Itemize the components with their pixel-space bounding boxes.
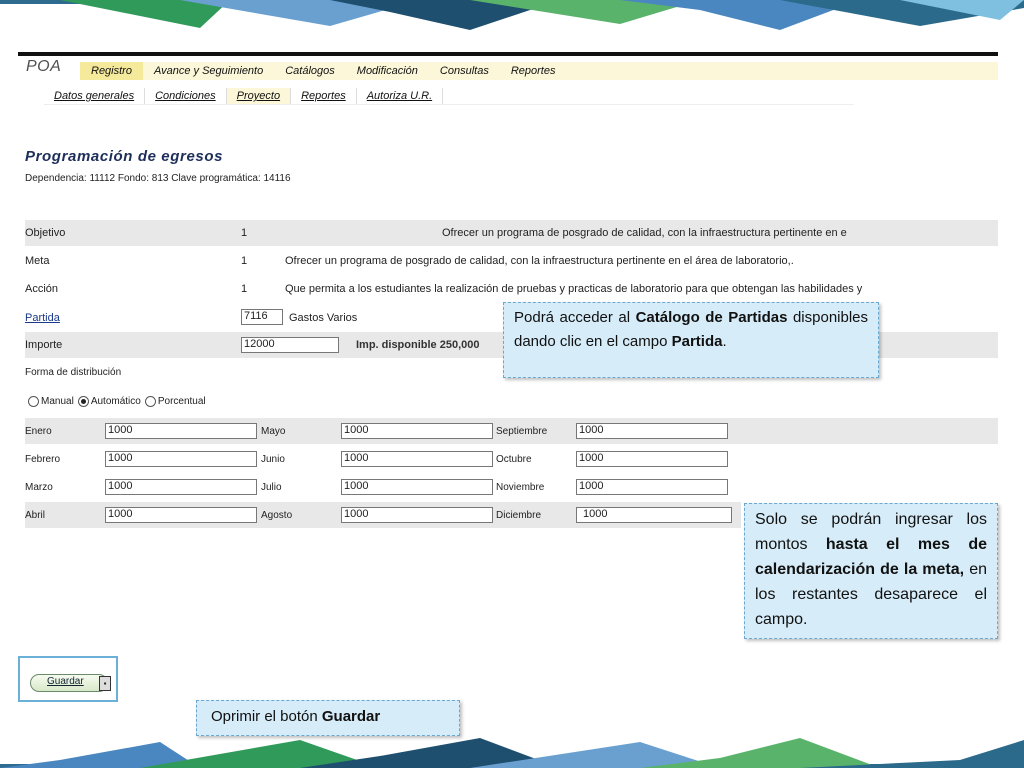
distribution-radio-group: Manual Automático Porcentual bbox=[28, 396, 210, 407]
month-row-2: Febrero 1000 Junio 1000 Octubre 1000 bbox=[25, 446, 998, 472]
callout-guardar: Oprimir el botón Guardar bbox=[196, 700, 460, 736]
accion-row: Acción 1 Que permita a los estudiantes l… bbox=[25, 276, 998, 302]
month-input-mayo[interactable]: 1000 bbox=[341, 423, 493, 439]
page-title: Programación de egresos bbox=[25, 148, 224, 165]
callout-meses: Solo se podrán ingresar los montos hasta… bbox=[744, 503, 998, 639]
month-input-abril[interactable]: 1000 bbox=[105, 507, 257, 523]
month-label-marzo: Marzo bbox=[25, 482, 53, 493]
meta-row: Meta 1 Ofrecer un programa de posgrado d… bbox=[25, 248, 998, 274]
callout-guardar-bold: Guardar bbox=[321, 708, 381, 725]
main-nav-reportes[interactable]: Reportes bbox=[500, 62, 567, 80]
month-label-octubre: Octubre bbox=[496, 454, 532, 465]
sub-nav-autoriza-ur[interactable]: Autoriza U.R. bbox=[357, 88, 444, 104]
month-input-julio[interactable]: 1000 bbox=[341, 479, 493, 495]
radio-automatico[interactable] bbox=[77, 396, 89, 407]
importe-label: Importe bbox=[25, 339, 63, 351]
accion-label: Acción bbox=[25, 283, 59, 295]
main-nav-modificacion[interactable]: Modificación bbox=[346, 62, 429, 80]
month-row-4: Abril 1000 Agosto 1000 Diciembre 1000 bbox=[25, 502, 741, 528]
main-nav: Registro Avance y Seguimiento Catálogos … bbox=[80, 62, 998, 80]
month-label-noviembre: Noviembre bbox=[496, 482, 545, 493]
month-input-marzo[interactable]: 1000 bbox=[105, 479, 257, 495]
save-disk-icon: ▪ bbox=[99, 676, 111, 691]
objetivo-text: Ofrecer un programa de posgrado de calid… bbox=[442, 227, 847, 239]
sub-nav-datos-generales[interactable]: Datos generales bbox=[44, 88, 146, 104]
callout-partida-text-3: . bbox=[722, 333, 727, 350]
month-label-mayo: Mayo bbox=[261, 426, 286, 437]
meta-text: Ofrecer un programa de posgrado de calid… bbox=[285, 255, 794, 267]
forma-distribucion-label: Forma de distribución bbox=[25, 367, 122, 378]
meta-label: Meta bbox=[25, 255, 50, 267]
app-logo: POA bbox=[26, 58, 62, 75]
meta-number: 1 bbox=[241, 255, 248, 267]
radio-manual[interactable] bbox=[28, 396, 39, 407]
callout-partida: Podrá acceder al Catálogo de Partidas di… bbox=[503, 302, 879, 378]
importe-disponible: Imp. disponible 250,000 bbox=[356, 339, 480, 351]
top-rule bbox=[18, 52, 998, 56]
month-label-septiembre: Septiembre bbox=[496, 426, 548, 437]
main-nav-registro[interactable]: Registro bbox=[80, 62, 143, 80]
accion-text: Que permita a los estudiantes la realiza… bbox=[285, 283, 863, 295]
month-input-noviembre[interactable]: 1000 bbox=[576, 479, 728, 495]
month-label-agosto: Agosto bbox=[261, 510, 293, 521]
callout-partida-bold-1: Catálogo de Partidas bbox=[635, 309, 788, 326]
month-input-diciembre[interactable]: 1000 bbox=[576, 507, 732, 523]
callout-partida-text-1: Podrá acceder al bbox=[514, 309, 636, 326]
radio-porcentual[interactable] bbox=[144, 396, 156, 407]
month-label-julio: Julio bbox=[261, 482, 282, 493]
radio-manual-label: Manual bbox=[41, 396, 74, 407]
sub-nav-proyecto[interactable]: Proyecto bbox=[226, 88, 292, 104]
accion-number: 1 bbox=[241, 283, 248, 295]
sub-nav-condiciones[interactable]: Condiciones bbox=[145, 88, 227, 104]
partida-link[interactable]: Partida bbox=[25, 312, 60, 324]
month-input-octubre[interactable]: 1000 bbox=[576, 451, 728, 467]
main-nav-consultas[interactable]: Consultas bbox=[429, 62, 500, 80]
month-input-junio[interactable]: 1000 bbox=[341, 451, 493, 467]
radio-porcentual-label: Porcentual bbox=[157, 396, 206, 407]
month-label-abril: Abril bbox=[25, 510, 46, 521]
partida-input[interactable]: 7116 bbox=[241, 309, 283, 325]
radio-automatico-label: Automático bbox=[90, 396, 141, 407]
month-row-1: Enero 1000 Mayo 1000 Septiembre 1000 bbox=[25, 418, 998, 444]
month-input-agosto[interactable]: 1000 bbox=[341, 507, 493, 523]
save-highlight-box: Guardar ▪ bbox=[18, 656, 118, 702]
callout-partida-bold-2: Partida bbox=[671, 333, 723, 350]
month-label-junio: Junio bbox=[261, 454, 285, 465]
callout-guardar-text: Oprimir el botón bbox=[211, 708, 322, 725]
save-button[interactable]: Guardar ▪ bbox=[30, 674, 111, 692]
save-button-label: Guardar bbox=[47, 676, 84, 687]
month-input-febrero[interactable]: 1000 bbox=[105, 451, 257, 467]
main-nav-catalogos[interactable]: Catálogos bbox=[274, 62, 346, 80]
month-input-septiembre[interactable]: 1000 bbox=[576, 423, 728, 439]
sub-nav-reportes[interactable]: Reportes bbox=[291, 88, 357, 104]
month-label-enero: Enero bbox=[25, 426, 52, 437]
objetivo-label: Objetivo bbox=[25, 227, 66, 239]
month-input-enero[interactable]: 1000 bbox=[105, 423, 257, 439]
top-banner bbox=[0, 0, 1024, 30]
month-label-febrero: Febrero bbox=[25, 454, 61, 465]
objetivo-number: 1 bbox=[241, 227, 248, 239]
dependencia-info: Dependencia: 11112 Fondo: 813 Clave prog… bbox=[25, 173, 291, 184]
bottom-banner bbox=[0, 738, 1024, 768]
sub-nav: Datos generales Condiciones Proyecto Rep… bbox=[44, 88, 854, 105]
importe-input[interactable]: 12000 bbox=[241, 337, 339, 353]
month-label-diciembre: Diciembre bbox=[496, 510, 542, 521]
partida-description: Gastos Varios bbox=[289, 312, 358, 324]
month-row-3: Marzo 1000 Julio 1000 Noviembre 1000 bbox=[25, 474, 998, 500]
objetivo-row: Objetivo 1 Ofrecer un programa de posgra… bbox=[25, 220, 998, 246]
main-nav-avance[interactable]: Avance y Seguimiento bbox=[143, 62, 274, 80]
